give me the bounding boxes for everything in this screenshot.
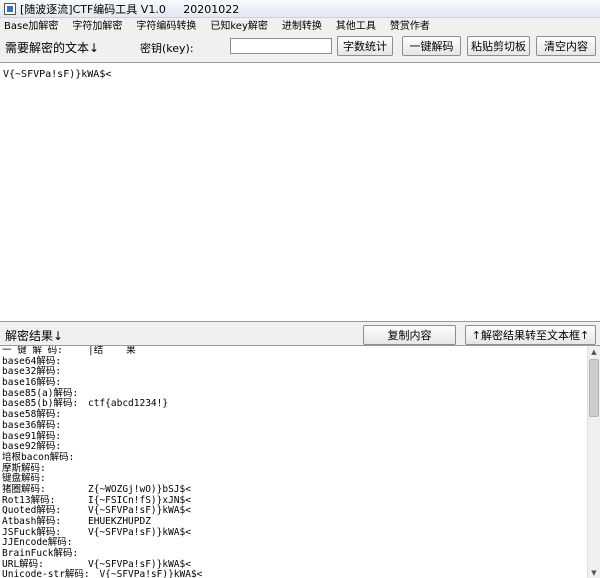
menu-radix[interactable]: 进制转换 [275, 19, 329, 34]
result-row: 摩斯解码: [2, 463, 588, 475]
result-row-label: 培根bacon解码: [2, 451, 75, 463]
result-row: JSFuck解码: V{~SFVPa!sF)}kWA$< [2, 526, 588, 539]
menu-donate[interactable]: 赞赏作者 [383, 19, 437, 34]
result-row: base32解码: [2, 367, 588, 378]
result-row: base58解码: [2, 409, 588, 421]
result-row-value: |结 果 [88, 345, 136, 356]
key-label: 密钥(key): [140, 42, 194, 55]
result-label: 解密结果↓ [5, 329, 64, 343]
input-label: 需要解密的文本↓ [5, 41, 100, 55]
result-row: base16解码: [2, 377, 588, 389]
clear-button[interactable]: 清空内容 [536, 36, 596, 56]
menu-bar: Base加解密 字符加解密 字符编码转换 已知key解密 进制转换 其他工具 赞… [0, 19, 600, 34]
app-icon [4, 2, 16, 15]
key-input[interactable] [230, 38, 332, 54]
menu-char-crypto[interactable]: 字符加解密 [65, 19, 129, 34]
result-row: base36解码: [2, 419, 588, 432]
result-row: base64解码: [2, 356, 588, 368]
window-title: [随波逐流]CTF编码工具 V1.0 20201022 [20, 2, 240, 16]
result-row: 培根bacon解码: [2, 451, 588, 464]
scroll-thumb[interactable] [589, 359, 599, 417]
scroll-down-icon[interactable]: ▼ [588, 567, 600, 578]
input-text: V{~SFVPa!sF)}kWA$< [3, 69, 112, 80]
result-row: JJEncode解码: [2, 538, 588, 549]
result-row: base92解码: [2, 441, 588, 453]
scroll-up-icon[interactable]: ▲ [588, 346, 600, 358]
result-row-label: Unicode-str解码: [2, 569, 90, 578]
count-button[interactable]: 字数统计 [337, 36, 393, 56]
input-textarea[interactable]: V{~SFVPa!sF)}kWA$< [0, 62, 600, 322]
decode-button[interactable]: 一键解码 [402, 36, 461, 56]
result-textarea[interactable]: 一 键 解 码: |结 果 base64解码: base32解码: base16解码: b… [0, 345, 600, 578]
menu-base[interactable]: Base加解密 [0, 19, 65, 34]
result-list: 一 键 解 码: |结 果 base64解码: base32解码: base16解码: b… [2, 346, 588, 578]
paste-button[interactable]: 粘贴剪切板 [467, 36, 530, 56]
result-row: base91解码: [2, 431, 588, 443]
title-bar: [随波逐流]CTF编码工具 V1.0 20201022 [0, 0, 600, 18]
menu-known-key[interactable]: 已知key解密 [203, 19, 275, 34]
result-row-value: V{~SFVPa!sF)}kWA$< [88, 569, 203, 578]
result-row-value: ctf{abcd1234!} [88, 398, 169, 410]
result-scrollbar[interactable]: ▲ ▼ [587, 346, 600, 578]
result-row: 一 键 解 码: |结 果 [2, 346, 588, 357]
menu-char-encoding[interactable]: 字符编码转换 [129, 19, 203, 34]
result-row: base85(b)解码: ctf{abcd1234!} [2, 399, 588, 410]
transfer-button[interactable]: ↑解密结果转至文本框↑ [465, 325, 596, 345]
result-row-label: base36解码: [2, 419, 62, 431]
menu-other-tools[interactable]: 其他工具 [329, 19, 383, 34]
result-row-value: V{~SFVPa!sF)}kWA$< [88, 526, 191, 538]
copy-button[interactable]: 复制内容 [363, 325, 456, 345]
result-row: Unicode-str解码: V{~SFVPa!sF)}kWA$< [2, 570, 588, 578]
